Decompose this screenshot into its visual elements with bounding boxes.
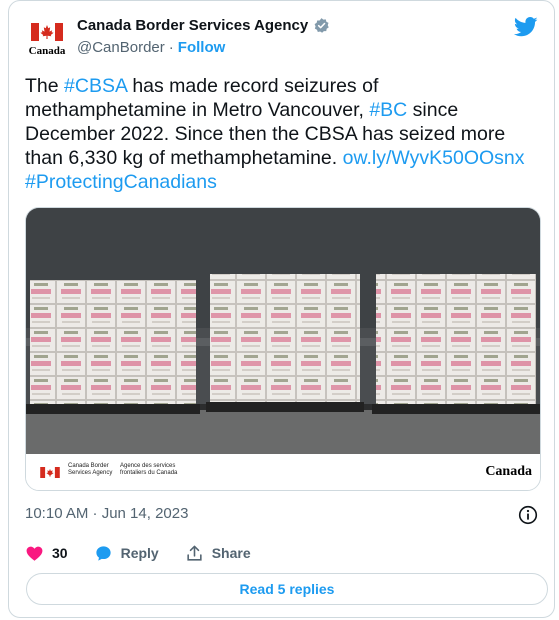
right-pallet bbox=[372, 274, 540, 414]
read-replies-button[interactable]: Read 5 replies bbox=[26, 573, 548, 605]
timestamp[interactable]: 10:10 AM · Jun 14, 2023 bbox=[25, 505, 188, 522]
avatar[interactable]: Canada bbox=[25, 17, 69, 57]
separator: · bbox=[168, 39, 174, 56]
share-label: Share bbox=[211, 545, 251, 561]
timestamp-row: 10:10 AM · Jun 14, 2023 bbox=[25, 505, 538, 525]
twitter-bird-icon[interactable] bbox=[514, 17, 538, 37]
left-pallet bbox=[26, 280, 200, 414]
canada-flag-icon bbox=[31, 23, 63, 41]
hashtag-bc[interactable]: #BC bbox=[369, 99, 407, 121]
display-name[interactable]: Canada Border Services Agency bbox=[77, 17, 308, 34]
like-button[interactable]: 30 bbox=[25, 544, 68, 563]
tweet-link[interactable]: ow.ly/WyvK50OOsnx bbox=[343, 147, 525, 169]
reply-bubble-icon bbox=[95, 545, 111, 561]
share-button[interactable]: Share bbox=[185, 544, 251, 563]
share-icon bbox=[187, 545, 202, 561]
agency-name-en: Canada Border Services Agency bbox=[68, 463, 113, 476]
tweet-card: Canada Canada Border Services Agency @Ca… bbox=[8, 0, 555, 618]
photo-footer: Canada Border Services Agency Agence des… bbox=[26, 454, 540, 490]
tweet-text-part: The bbox=[25, 75, 65, 97]
like-count: 30 bbox=[52, 545, 68, 561]
handle[interactable]: @CanBorder bbox=[77, 39, 165, 56]
tweet-text: The #CBSA has made record seizures of me… bbox=[25, 74, 545, 194]
info-icon[interactable] bbox=[518, 505, 538, 525]
seized-drugs-photo bbox=[26, 208, 540, 454]
center-pallet bbox=[206, 274, 364, 412]
hashtag-protecting-canadians[interactable]: #ProtectingCanadians bbox=[25, 171, 217, 193]
photo-wordmark: Canada bbox=[485, 464, 532, 479]
name-line: Canada Border Services Agency bbox=[77, 17, 330, 34]
verified-badge-icon bbox=[314, 18, 329, 33]
reply-label: Reply bbox=[120, 545, 159, 561]
media-image[interactable]: Canada Border Services Agency Agence des… bbox=[25, 207, 541, 491]
hashtag-cbsa[interactable]: #CBSA bbox=[64, 75, 127, 97]
logo-wordmark: Canada bbox=[28, 45, 66, 57]
follow-button[interactable]: Follow bbox=[178, 39, 226, 56]
heart-icon bbox=[26, 546, 43, 561]
tweet-header: Canada Canada Border Services Agency @Ca… bbox=[25, 15, 538, 61]
reply-button[interactable]: Reply bbox=[94, 544, 159, 563]
agency-name-fr: Agence des services frontaliers du Canad… bbox=[120, 463, 178, 476]
tweet-actions: 30 Reply Share bbox=[25, 542, 277, 564]
handle-line: @CanBorder · Follow bbox=[77, 39, 225, 56]
canada-flag-icon bbox=[40, 467, 60, 478]
